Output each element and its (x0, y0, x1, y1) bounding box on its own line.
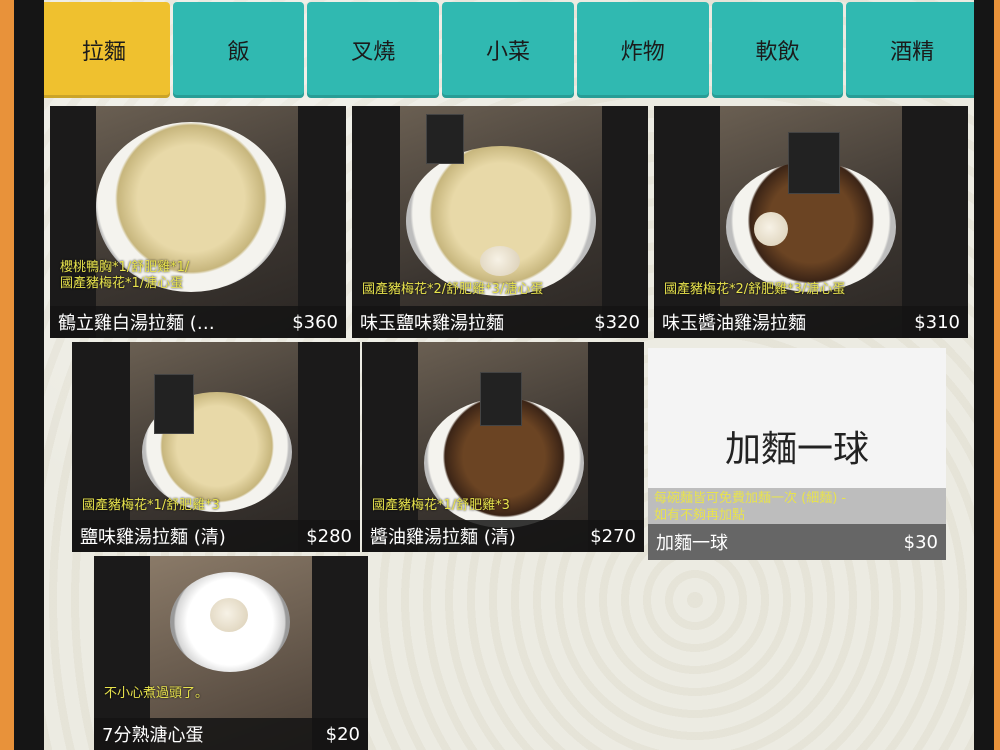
item-price: $320 (594, 311, 640, 333)
item-description: 國產豬梅花*2/舒肥雞*3/溏心蛋 (664, 282, 846, 297)
menu-grid: 櫻桃鴨胸*1/舒肥雞*1/ 國產豬梅花*1/溏心蛋 鶴立雞白湯拉麵 (… $36… (44, 102, 974, 750)
tab-soft-drinks[interactable]: 軟飲 (711, 2, 844, 98)
menu-item-card[interactable]: 不小心煮過頭了。 7分熟溏心蛋 $20 (94, 556, 368, 750)
item-price: $310 (914, 311, 960, 333)
item-price: $270 (590, 525, 636, 547)
menu-item-card[interactable]: 櫻桃鴨胸*1/舒肥雞*1/ 國產豬梅花*1/溏心蛋 鶴立雞白湯拉麵 (… $36… (50, 106, 346, 338)
tab-rice[interactable]: 飯 (172, 2, 305, 98)
item-price: $360 (292, 311, 338, 333)
menu-item-card-extra-noodles[interactable]: 加麵一球 每碗麵皆可免費加麵一次 (細麵) - 如有不夠再加點 加麵一球 $30 (648, 348, 946, 560)
item-description: 國產豬梅花*2/舒肥雞*3/溏心蛋 (362, 282, 544, 297)
menu-item-card[interactable]: 國產豬梅花*2/舒肥雞*3/溏心蛋 味玉鹽味雞湯拉麵 $320 (352, 106, 648, 338)
item-photo (400, 106, 602, 338)
kiosk-screen: 拉麵 飯 叉燒 小菜 炸物 軟飲 酒精 櫻桃鴨胸*1/舒肥雞*1/ 國產豬梅花*… (44, 0, 974, 750)
item-name: 醬油雞湯拉麵 (清) (370, 527, 516, 548)
item-description: 國產豬梅花*1/舒肥雞*3 (372, 498, 510, 513)
item-name: 鶴立雞白湯拉麵 (… (58, 313, 215, 334)
item-description: 每碗麵皆可免費加麵一次 (細麵) - 如有不夠再加點 (648, 488, 946, 524)
item-description: 國產豬梅花*1/舒肥雞*3 (82, 498, 220, 513)
tab-fried[interactable]: 炸物 (576, 2, 709, 98)
item-description: 不小心煮過頭了。 (104, 686, 209, 701)
item-photo (96, 106, 298, 338)
item-name-bar: 味玉鹽味雞湯拉麵 $320 (352, 306, 648, 338)
item-price: $280 (306, 525, 352, 547)
category-tabs: 拉麵 飯 叉燒 小菜 炸物 軟飲 酒精 (44, 2, 974, 100)
tab-ramen[interactable]: 拉麵 (44, 2, 170, 98)
item-name-bar: 醬油雞湯拉麵 (清) $270 (362, 520, 644, 552)
item-photo (720, 106, 902, 338)
menu-item-card[interactable]: 國產豬梅花*1/舒肥雞*3 鹽味雞湯拉麵 (清) $280 (72, 342, 360, 552)
item-price: $30 (903, 531, 938, 553)
menu-item-card[interactable]: 國產豬梅花*1/舒肥雞*3 醬油雞湯拉麵 (清) $270 (362, 342, 644, 552)
tab-side-dishes[interactable]: 小菜 (442, 2, 574, 98)
item-big-title: 加麵一球 (724, 429, 869, 470)
item-name: 加麵一球 (656, 533, 728, 554)
menu-item-card[interactable]: 國產豬梅花*2/舒肥雞*3/溏心蛋 味玉醬油雞湯拉麵 $310 (654, 106, 968, 338)
tab-chashu[interactable]: 叉燒 (307, 2, 440, 98)
item-name: 味玉醬油雞湯拉麵 (662, 313, 806, 334)
item-name-bar: 鶴立雞白湯拉麵 (… $360 (50, 306, 346, 338)
item-name: 7分熟溏心蛋 (102, 725, 204, 746)
item-description: 櫻桃鴨胸*1/舒肥雞*1/ 國產豬梅花*1/溏心蛋 (60, 260, 190, 291)
item-name-bar: 鹽味雞湯拉麵 (清) $280 (72, 520, 360, 552)
item-name: 鹽味雞湯拉麵 (清) (80, 527, 226, 548)
tab-alcohol[interactable]: 酒精 (846, 2, 974, 98)
item-name-bar: 7分熟溏心蛋 $20 (94, 718, 368, 750)
item-name: 味玉鹽味雞湯拉麵 (360, 313, 504, 334)
item-price: $20 (325, 723, 360, 745)
item-name-bar: 味玉醬油雞湯拉麵 $310 (654, 306, 968, 338)
item-name-bar: 加麵一球 $30 (648, 524, 946, 560)
